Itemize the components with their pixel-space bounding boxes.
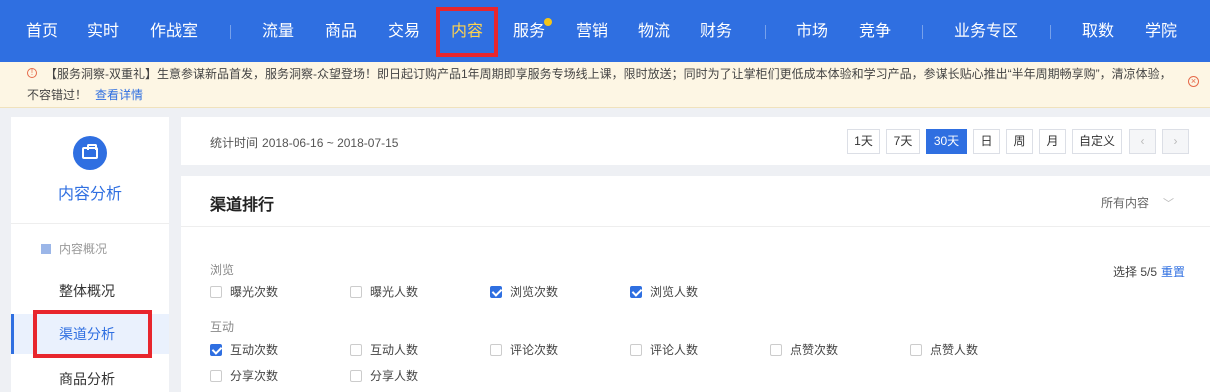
sidebar-item-overview[interactable]: 整体概况 [11,271,169,311]
checkbox-box [770,344,782,356]
date-custom-button[interactable]: 自定义 [1072,129,1122,154]
notice-details-link[interactable]: 查看详情 [95,88,143,102]
nav-divider [1050,25,1051,39]
date-7day-button[interactable]: 7天 [886,129,920,154]
notice-bar: ! 【服务洞察-双重礼】生意参谋新品首发，服务洞察-众望登场！即日起订购产品1年… [0,62,1210,108]
reset-link[interactable]: 重置 [1161,265,1185,279]
checkbox-box [210,344,222,356]
checkbox-comment-users[interactable]: 评论人数 [630,341,698,358]
nav-academy[interactable]: 学院 [1145,20,1177,44]
date-filter-bar: 统计时间 2018-06-16 ~ 2018-07-15 1天 7天 30天 日 … [181,117,1210,165]
channel-ranking-panel: 渠道排行 所有内容 ﹀ 浏览 选择 5/5 重置 曝光次数 曝光人数 浏览次数 浏览… [181,176,1210,392]
checkbox-box [350,286,362,298]
checkbox-box [350,344,362,356]
checkbox-view-count[interactable]: 浏览次数 [490,283,558,300]
selection-counter: 选择 5/5 重置 [1113,265,1186,279]
group-label-browse: 浏览 [210,263,235,277]
nav-data-fetch[interactable]: 取数 [1082,20,1114,44]
checkbox-box [910,344,922,356]
nav-war-room[interactable]: 作战室 [150,20,198,44]
date-range-label: 统计时间 2018-06-16 ~ 2018-07-15 [210,136,399,150]
panel-title: 渠道排行 [210,197,275,214]
date-week-button[interactable]: 周 [1006,129,1033,154]
checkbox-share-users[interactable]: 分享人数 [350,367,418,384]
nav-trade[interactable]: 交易 [388,20,420,44]
checkbox-box [210,370,222,382]
nav-realtime[interactable]: 实时 [87,20,119,44]
nav-service[interactable]: 服务 [513,20,545,44]
checkbox-box [210,286,222,298]
next-arrow-button[interactable]: › [1162,129,1189,154]
checkbox-comment-count[interactable]: 评论次数 [490,341,558,358]
checkbox-view-users[interactable]: 浏览人数 [630,283,698,300]
checkbox-box [350,370,362,382]
new-badge-dot [544,18,552,26]
nav-home[interactable]: 首页 [26,20,58,44]
nav-traffic[interactable]: 流量 [262,20,294,44]
checkbox-box [490,286,502,298]
date-month-button[interactable]: 月 [1039,129,1066,154]
sidebar-group-header: 内容概况 [41,240,107,257]
checkbox-interaction-users[interactable]: 互动人数 [350,341,418,358]
content-filter-dropdown[interactable]: 所有内容 ﹀ [1101,194,1174,211]
checkbox-exposure-count[interactable]: 曝光次数 [210,283,278,300]
nav-competition[interactable]: 竞争 [859,20,891,44]
date-30day-button[interactable]: 30天 [926,129,967,154]
briefcase-icon [73,136,107,170]
nav-divider [230,25,231,39]
sidebar-title: 内容分析 [57,186,122,203]
notice-text: 【服务洞察-双重礼】生意参谋新品首发，服务洞察-众望登场！即日起订购产品1年周期… [27,67,1172,102]
building-icon [41,244,51,254]
checkbox-like-users[interactable]: 点赞人数 [910,341,978,358]
highlight-box-sidebar [33,310,152,358]
nav-finance[interactable]: 财务 [700,20,732,44]
date-day-button[interactable]: 日 [973,129,1000,154]
close-icon[interactable]: × [1188,76,1199,87]
nav-marketing[interactable]: 营销 [576,20,608,44]
nav-business-zone[interactable]: 业务专区 [954,20,1018,44]
nav-divider [765,25,766,39]
checkbox-like-count[interactable]: 点赞次数 [770,341,838,358]
prev-arrow-button[interactable]: ‹ [1129,129,1156,154]
divider [11,223,169,224]
checkbox-box [630,344,642,356]
checkbox-share-count[interactable]: 分享次数 [210,367,278,384]
checkbox-box [490,344,502,356]
highlight-box-nav [436,7,498,57]
checkbox-box [630,286,642,298]
nav-logistics[interactable]: 物流 [638,20,670,44]
date-1day-button[interactable]: 1天 [847,129,880,154]
nav-divider [922,25,923,39]
nav-market[interactable]: 市场 [796,20,828,44]
divider [181,226,1210,227]
chevron-down-icon: ﹀ [1163,198,1175,210]
group-label-interaction: 互动 [210,320,235,334]
top-nav: 首页 实时 作战室 流量 商品 交易 内容 服务 营销 物流 财务 市场 竞争 … [0,0,1210,62]
sidebar-item-product-analysis[interactable]: 商品分析 [11,359,169,392]
checkbox-interaction-count[interactable]: 互动次数 [210,341,278,358]
checkbox-exposure-users[interactable]: 曝光人数 [350,283,418,300]
nav-products[interactable]: 商品 [325,20,357,44]
